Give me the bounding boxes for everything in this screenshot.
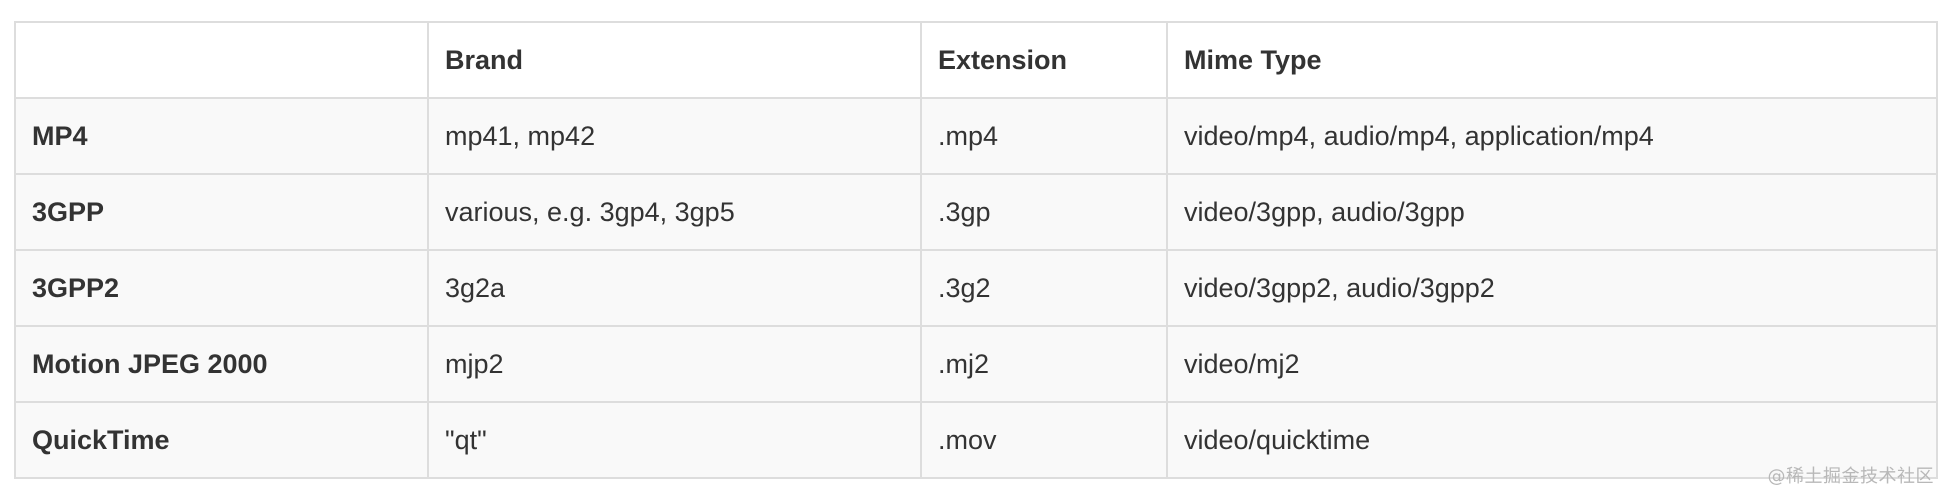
header-format xyxy=(14,21,429,99)
format-name: 3GPP xyxy=(14,173,429,251)
header-extension: Extension xyxy=(920,21,1168,99)
formats-table: Brand Extension Mime Type MP4 mp41, mp42… xyxy=(14,21,1938,479)
extension-cell: .3g2 xyxy=(920,249,1168,327)
mime-type-cell: video/3gpp, audio/3gpp xyxy=(1166,173,1938,251)
mime-type-cell: video/mj2 xyxy=(1166,325,1938,403)
brand-cell: various, e.g. 3gp4, 3gp5 xyxy=(427,173,922,251)
header-row: Brand Extension Mime Type xyxy=(14,21,1938,99)
brand-cell: "qt" xyxy=(427,401,922,479)
extension-cell: .mp4 xyxy=(920,97,1168,175)
header-mime-type: Mime Type xyxy=(1166,21,1938,99)
format-name: MP4 xyxy=(14,97,429,175)
format-name: QuickTime xyxy=(14,401,429,479)
format-name: 3GPP2 xyxy=(14,249,429,327)
extension-cell: .3gp xyxy=(920,173,1168,251)
table-row: 3GPP various, e.g. 3gp4, 3gp5 .3gp video… xyxy=(14,173,1938,251)
mime-type-cell: video/3gpp2, audio/3gpp2 xyxy=(1166,249,1938,327)
brand-cell: 3g2a xyxy=(427,249,922,327)
table-body: MP4 mp41, mp42 .mp4 video/mp4, audio/mp4… xyxy=(14,97,1938,479)
watermark: @稀土掘金技术社区 xyxy=(1767,466,1934,487)
extension-cell: .mj2 xyxy=(920,325,1168,403)
table-row: MP4 mp41, mp42 .mp4 video/mp4, audio/mp4… xyxy=(14,97,1938,175)
table-row: Motion JPEG 2000 mjp2 .mj2 video/mj2 xyxy=(14,325,1938,403)
header-brand: Brand xyxy=(427,21,922,99)
table-row: 3GPP2 3g2a .3g2 video/3gpp2, audio/3gpp2 xyxy=(14,249,1938,327)
table-header: Brand Extension Mime Type xyxy=(14,21,1938,99)
mime-type-cell: video/mp4, audio/mp4, application/mp4 xyxy=(1166,97,1938,175)
extension-cell: .mov xyxy=(920,401,1168,479)
brand-cell: mjp2 xyxy=(427,325,922,403)
table-row: QuickTime "qt" .mov video/quicktime xyxy=(14,401,1938,479)
format-name: Motion JPEG 2000 xyxy=(14,325,429,403)
brand-cell: mp41, mp42 xyxy=(427,97,922,175)
